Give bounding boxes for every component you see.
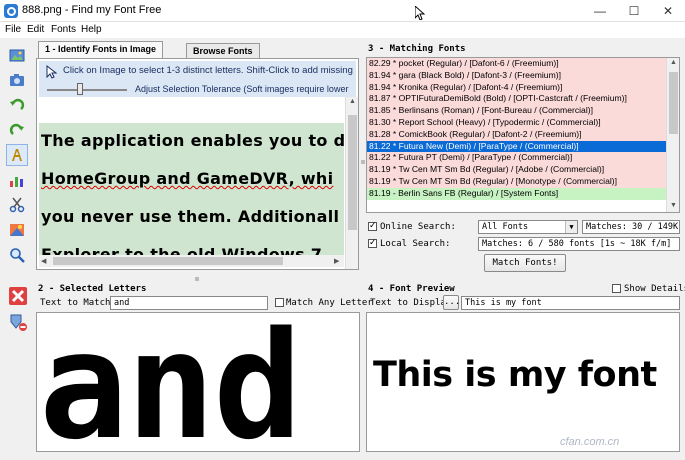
vertical-splitter-grip[interactable] [361, 160, 365, 164]
redo-icon[interactable] [6, 119, 28, 141]
menu-file[interactable]: File [5, 24, 21, 35]
image-panel: Click on Image to select 1-3 distinct le… [36, 58, 359, 270]
scroll-thumb[interactable] [348, 115, 357, 230]
tolerance-slider-track [47, 89, 127, 91]
match-row[interactable]: 81.22 * Futura New (Demi) / [ParaType / … [367, 140, 679, 153]
open-image-icon[interactable] [6, 44, 28, 66]
show-details-checkbox[interactable] [612, 284, 621, 293]
match-row[interactable]: 81.19 * Tw Cen MT Sm Bd (Regular) / [Ado… [367, 164, 679, 176]
minimize-button[interactable]: — [583, 0, 617, 22]
scroll-right-icon[interactable]: ▶ [334, 257, 339, 265]
chart-icon[interactable] [6, 169, 28, 191]
menu-edit[interactable]: Edit [27, 24, 44, 35]
cursor-hint-icon [46, 65, 58, 79]
local-search-checkbox[interactable] [368, 237, 377, 248]
sample-line-1: The application enables you to di [41, 131, 344, 150]
match-row[interactable]: 81.94 * gara (Black Bold) / [Dafont-3 / … [367, 69, 679, 82]
match-row[interactable]: 81.30 * Report School (Heavy) / [Typoder… [367, 116, 679, 129]
match-row[interactable]: 81.85 * Berlinsans (Roman) / [Font-Burea… [367, 105, 679, 117]
font-preview-area: This is my font [366, 312, 680, 452]
clear-selection-icon[interactable] [8, 286, 28, 306]
tolerance-label: Adjust Selection Tolerance (Soft images … [135, 84, 349, 94]
mouse-pointer-icon [415, 6, 425, 20]
panel2-title: 2 - Selected Letters [38, 284, 147, 294]
match-any-letter-label: Match Any Letter [286, 298, 373, 308]
match-row[interactable]: 82.29 * pocket (Regular) / [Dafont-6 / (… [367, 58, 679, 70]
match-row[interactable]: 81.22 * Futura PT (Demi) / [ParaType / (… [367, 152, 679, 165]
online-search-select[interactable]: All Fonts ▼ [478, 220, 578, 234]
tab-browse-fonts[interactable]: Browse Fonts [186, 43, 260, 58]
menu-help[interactable]: Help [81, 24, 102, 35]
scroll-down-icon[interactable]: ▼ [670, 202, 677, 209]
sample-line-3: you never use them. Additionall [41, 207, 340, 226]
online-search-label: Online Search: [380, 222, 456, 232]
close-button[interactable]: ✕ [651, 0, 685, 22]
text-to-match-label: Text to Match: [40, 298, 116, 308]
online-matches-field: Matches: 30 / 149K fon [582, 220, 680, 234]
panel3-title: 3 - Matching Fonts [368, 44, 466, 54]
window-title: 888.png - Find my Font Free [22, 4, 162, 16]
menu-fonts[interactable]: Fonts [51, 24, 76, 35]
app-icon [4, 4, 18, 18]
match-fonts-button[interactable]: Match Fonts! [484, 254, 566, 272]
match-row[interactable]: 81.94 * Kronika (Regular) / [Dafont-4 / … [367, 81, 679, 94]
panel4-title: 4 - Font Preview [368, 284, 455, 294]
scroll-thumb[interactable] [53, 257, 283, 265]
hint-bar: Click on Image to select 1-3 distinct le… [39, 61, 356, 97]
select-letter-icon[interactable] [6, 144, 28, 166]
scroll-up-icon[interactable]: ▲ [670, 59, 677, 66]
sample-line-2: HomeGroup and GameDVR, whi [41, 169, 334, 188]
local-search-label: Local Search: [380, 239, 451, 249]
local-matches-field: Matches: 6 / 580 fonts [1s ~ 18K f/m] [478, 237, 680, 251]
match-row[interactable]: 81.28 * ComickBook (Regular) / [Dafont-2… [367, 128, 679, 141]
zoom-icon[interactable] [6, 244, 28, 266]
title-bar: 888.png - Find my Font Free — ☐ ✕ [0, 0, 685, 22]
camera-icon[interactable] [6, 69, 28, 91]
undo-icon[interactable] [6, 94, 28, 116]
left-toolbar [4, 44, 30, 269]
show-details-label: Show Details [624, 284, 685, 294]
image-horizontal-scrollbar[interactable]: ◀ ▶ [39, 255, 344, 267]
scroll-up-icon[interactable]: ▲ [349, 98, 356, 105]
font-preview-text: This is my font [373, 355, 657, 395]
match-row[interactable]: 81.87 * OPTIFuturaDemiBold (Bold) / [OPT… [367, 93, 679, 106]
match-row[interactable]: 81.19 * Tw Cen MT Sm Bd (Regular) / [Mon… [367, 175, 679, 188]
remove-letter-icon[interactable] [8, 312, 28, 332]
match-row[interactable]: 81.19 - Berlin Sans FB (Regular) / [Syst… [367, 187, 679, 200]
color-adjust-icon[interactable] [6, 219, 28, 241]
scissors-icon[interactable] [6, 194, 28, 216]
text-to-display-input[interactable]: This is my font [461, 296, 680, 310]
hint-text: Click on Image to select 1-3 distinct le… [63, 65, 353, 76]
chevron-down-icon[interactable]: ▼ [565, 221, 577, 233]
image-vertical-scrollbar[interactable]: ▲ [345, 97, 358, 269]
match-any-letter-checkbox[interactable] [275, 298, 284, 307]
matching-fonts-list: 82.29 * pocket (Regular) / [Dafont-6 / (… [366, 57, 680, 213]
sample-image[interactable]: The application enables you to di HomeGr… [39, 123, 344, 265]
text-options-button[interactable]: ... [443, 295, 460, 310]
tolerance-slider-thumb[interactable] [77, 83, 83, 95]
scroll-left-icon[interactable]: ◀ [41, 257, 46, 265]
online-search-checkbox[interactable] [368, 220, 377, 231]
selected-letters-area: and [36, 312, 360, 452]
maximize-button[interactable]: ☐ [617, 0, 651, 22]
scroll-thumb[interactable] [669, 72, 678, 134]
selected-letters-image: and [39, 312, 302, 452]
menu-bar: File Edit Fonts Help [0, 22, 685, 38]
matches-scrollbar[interactable]: ▲ ▼ [666, 58, 679, 212]
tab-identify-fonts[interactable]: 1 - Identify Fonts in Image [38, 41, 164, 58]
watermark: cfan.com.cn [560, 436, 620, 448]
text-to-match-input[interactable]: and [110, 296, 268, 310]
online-search-value: All Fonts [482, 222, 529, 232]
horizontal-splitter-grip[interactable] [195, 277, 199, 281]
